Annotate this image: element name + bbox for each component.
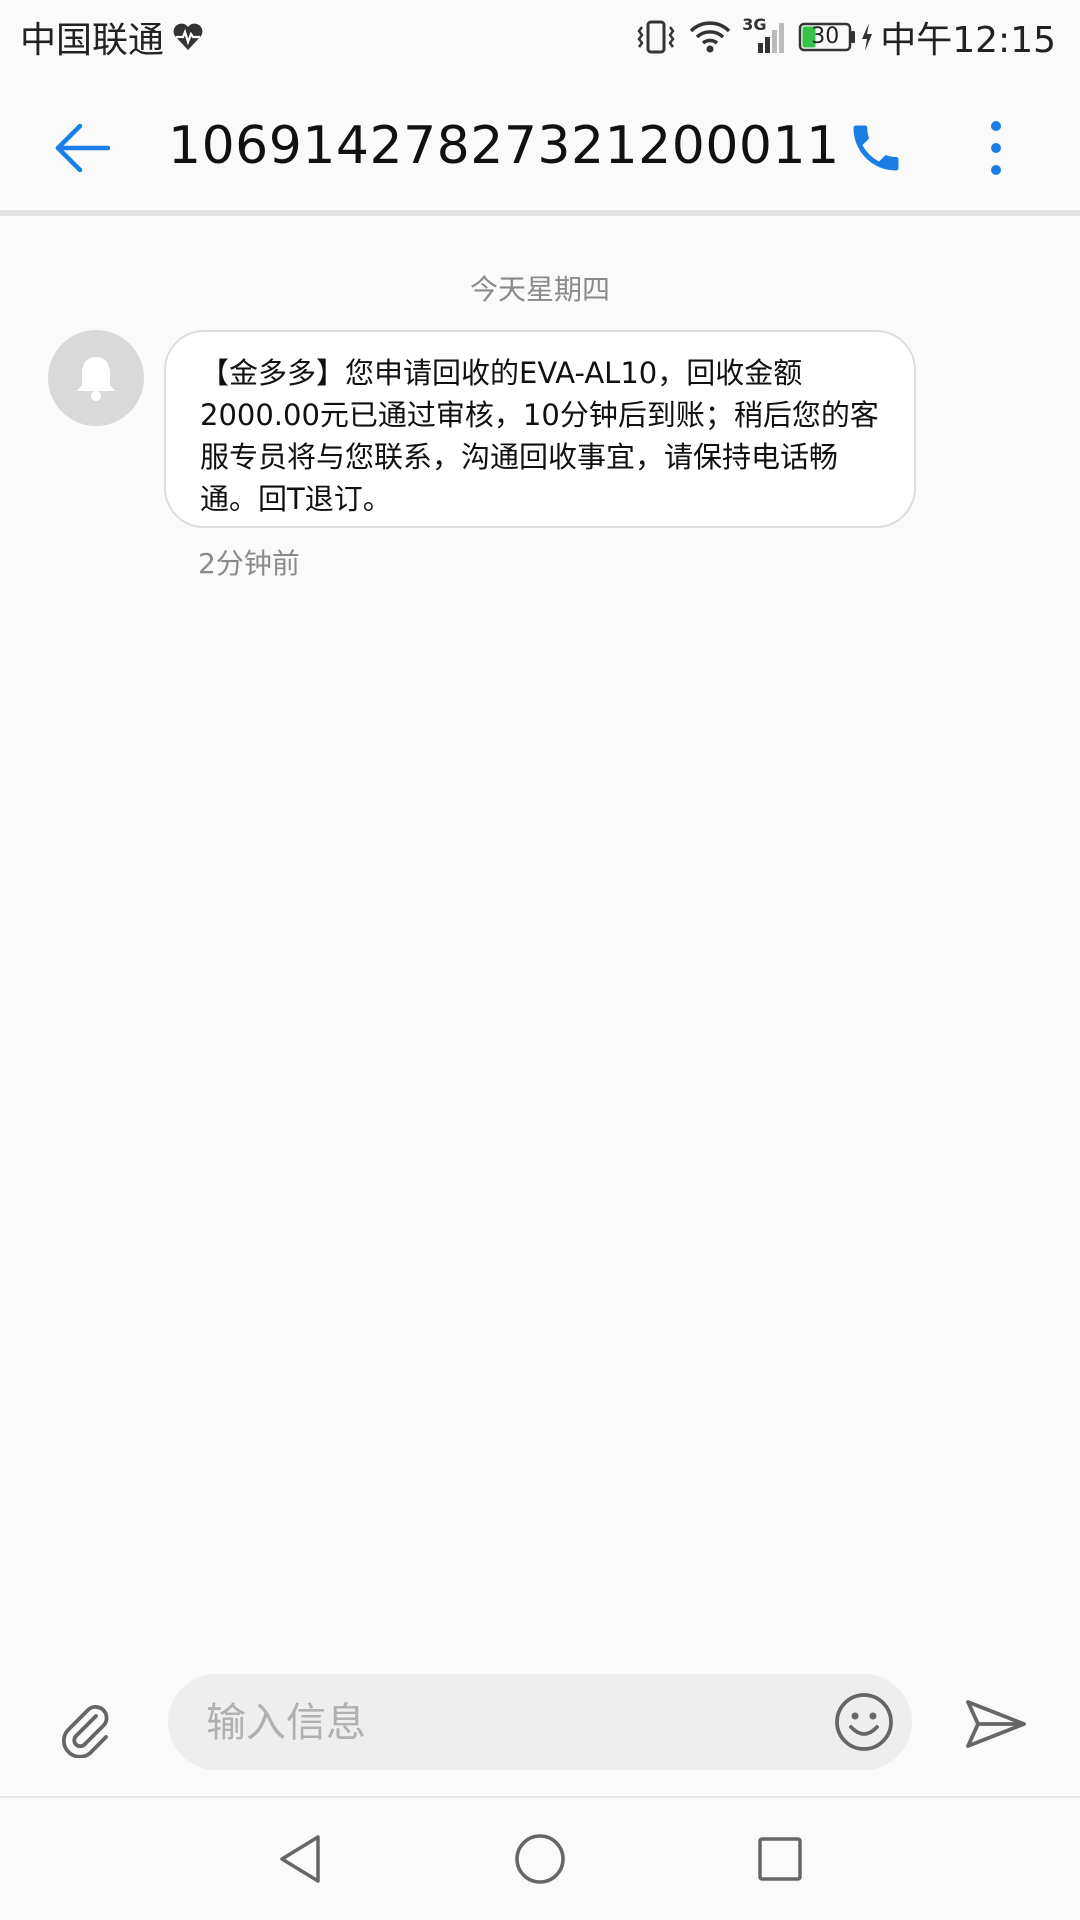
attach-button[interactable] <box>50 1692 122 1764</box>
wifi-icon <box>688 19 732 55</box>
emoji-button[interactable] <box>830 1688 898 1756</box>
messaging-screen: 中国联通 3G 30 中午12:15 10691427827321200011 … <box>0 0 1080 1920</box>
call-button[interactable] <box>838 110 914 186</box>
nav-recents-button[interactable] <box>745 1824 815 1894</box>
charging-icon <box>860 22 874 52</box>
battery-level: 30 <box>811 24 840 49</box>
bell-icon <box>73 353 119 403</box>
status-right: 3G 30 中午12:15 <box>624 11 1056 63</box>
send-button[interactable] <box>958 1686 1034 1762</box>
app-bar: 10691427827321200011 <box>0 74 1080 210</box>
battery-icon: 30 <box>798 22 856 52</box>
date-divider: 今天星期四 <box>469 273 610 306</box>
phone-icon <box>846 118 906 178</box>
status-left: 中国联通 <box>20 11 204 63</box>
nav-home-icon <box>514 1833 566 1885</box>
paperclip-icon <box>56 1698 116 1758</box>
nav-recents-icon <box>756 1835 804 1883</box>
nav-home-button[interactable] <box>505 1824 575 1894</box>
nav-back-icon <box>276 1833 324 1885</box>
message-bubble[interactable]: 【金多多】您申请回收的EVA-AL10，回收金额2000.00元已通过审核，10… <box>164 330 916 528</box>
heart-rate-icon <box>172 22 204 52</box>
navigation-bar <box>0 1798 1080 1920</box>
contact-number-title: 10691427827321200011 <box>168 116 840 176</box>
nav-back-button[interactable] <box>265 1824 335 1894</box>
message-timestamp: 2分钟前 <box>198 547 300 580</box>
carrier-name: 中国联通 <box>20 20 165 61</box>
vibrate-icon <box>634 19 678 55</box>
more-options-button[interactable] <box>966 110 1026 186</box>
compose-field <box>168 1674 912 1772</box>
signal-icon: 3G <box>742 15 788 55</box>
message-text: 【金多多】您申请回收的EVA-AL10，回收金额2000.00元已通过审核，10… <box>200 356 879 516</box>
status-clock: 中午12:15 <box>880 20 1056 61</box>
emoji-icon <box>833 1691 895 1753</box>
message-input[interactable] <box>204 1674 788 1772</box>
more-vert-icon <box>989 118 1003 178</box>
network-type: 3G <box>742 15 767 34</box>
back-button[interactable] <box>44 110 120 186</box>
app-bar-divider <box>0 210 1080 216</box>
send-icon <box>964 1698 1028 1750</box>
back-arrow-icon <box>52 120 112 176</box>
sender-avatar[interactable] <box>48 330 144 426</box>
status-bar: 中国联通 3G 30 中午12:15 <box>0 0 1080 74</box>
